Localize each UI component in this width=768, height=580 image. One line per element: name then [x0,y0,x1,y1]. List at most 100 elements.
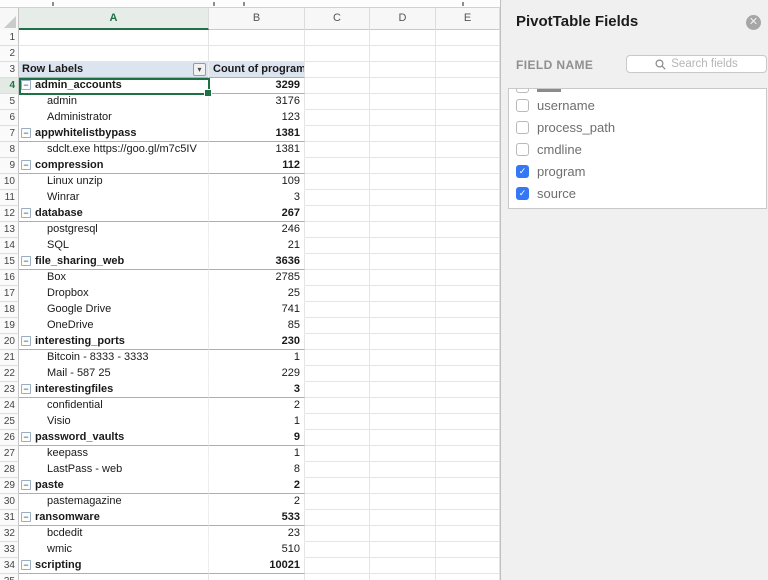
cell[interactable] [370,398,436,414]
row-number[interactable]: 23 [0,382,19,398]
cell[interactable] [436,334,500,350]
cell[interactable] [370,158,436,174]
cell[interactable] [370,542,436,558]
cell[interactable] [436,46,500,62]
cell[interactable] [209,46,305,62]
row-number[interactable]: 33 [0,542,19,558]
cell[interactable] [436,174,500,190]
cell[interactable]: −interestingfiles [19,382,209,398]
cell[interactable] [370,286,436,302]
cell[interactable] [305,30,370,46]
cell[interactable] [305,94,370,110]
field-item-username[interactable]: username [509,95,766,117]
cell[interactable]: 8 [209,462,305,478]
cell[interactable] [436,206,500,222]
collapse-button[interactable]: − [21,336,31,346]
row-number[interactable]: 16 [0,270,19,286]
cell[interactable] [305,558,370,574]
cell[interactable] [19,46,209,62]
unchecked-checkbox[interactable] [516,99,529,112]
cell[interactable] [305,110,370,126]
cell[interactable]: −file_sharing_web [19,254,209,270]
cell[interactable]: 1 [209,350,305,366]
cell[interactable]: 23 [209,526,305,542]
cell[interactable]: bcdedit [19,526,209,542]
cell[interactable]: Mail - 587 25 [19,366,209,382]
cell[interactable]: 246 [209,222,305,238]
row-number[interactable]: 26 [0,430,19,446]
cell[interactable]: 1 [209,446,305,462]
cell[interactable] [436,526,500,542]
cell[interactable]: 2 [209,478,305,494]
row-number[interactable]: 7 [0,126,19,142]
cell[interactable] [436,494,500,510]
cell[interactable] [305,526,370,542]
cell[interactable] [305,206,370,222]
row-number[interactable]: 29 [0,478,19,494]
cell[interactable]: 510 [209,542,305,558]
cell[interactable] [370,206,436,222]
row-number[interactable]: 2 [0,46,19,62]
cell[interactable]: −scripting [19,558,209,574]
cell[interactable]: 109 [209,174,305,190]
cell[interactable] [370,350,436,366]
cell[interactable]: 25 [209,286,305,302]
cell[interactable] [305,334,370,350]
unchecked-checkbox[interactable] [516,143,529,156]
collapse-button[interactable]: − [21,160,31,170]
row-number[interactable]: 24 [0,398,19,414]
row-number[interactable]: 17 [0,286,19,302]
cell[interactable]: −interesting_ports [19,334,209,350]
row-number[interactable]: 31 [0,510,19,526]
cell[interactable] [436,542,500,558]
cell[interactable] [370,382,436,398]
cell[interactable] [436,270,500,286]
row-number[interactable]: 19 [0,318,19,334]
cell[interactable]: pastemagazine [19,494,209,510]
cell[interactable] [305,126,370,142]
cell[interactable] [370,558,436,574]
cell[interactable]: 3176 [209,94,305,110]
checked-checkbox[interactable] [516,187,529,200]
cell[interactable]: SQL [19,238,209,254]
cell[interactable] [436,478,500,494]
cell[interactable] [370,222,436,238]
row-number[interactable]: 11 [0,190,19,206]
cell[interactable] [305,494,370,510]
row-number[interactable]: 12 [0,206,19,222]
cell[interactable]: Bitcoin - 8333 - 3333 [19,350,209,366]
cell[interactable] [305,270,370,286]
collapse-button[interactable]: − [21,80,31,90]
column-header-B[interactable]: B [209,8,305,30]
cell[interactable] [370,478,436,494]
field-item-process_path[interactable]: process_path [509,117,766,139]
cell[interactable]: LastPass - web [19,462,209,478]
cell[interactable]: Dropbox [19,286,209,302]
cell[interactable] [436,94,500,110]
cell[interactable]: 2 [209,398,305,414]
cell[interactable] [370,142,436,158]
unchecked-checkbox[interactable] [516,121,529,134]
cell[interactable]: −admin_accounts [19,78,209,94]
cell[interactable] [370,174,436,190]
cell[interactable]: postgresql [19,222,209,238]
cell[interactable]: 112 [209,158,305,174]
row-number[interactable]: 28 [0,462,19,478]
cell[interactable] [305,366,370,382]
cell[interactable] [370,526,436,542]
row-number[interactable]: 27 [0,446,19,462]
cell[interactable] [305,142,370,158]
cell[interactable]: Administrator [19,110,209,126]
cell[interactable] [305,350,370,366]
cell[interactable]: Winrar [19,190,209,206]
cell[interactable]: 533 [209,510,305,526]
collapse-button[interactable]: − [21,512,31,522]
cell[interactable] [305,158,370,174]
cell[interactable] [370,30,436,46]
cell[interactable]: 3 [209,382,305,398]
cell[interactable]: Count of program [209,62,305,78]
cell[interactable] [436,302,500,318]
cell[interactable] [436,558,500,574]
cell[interactable]: 267 [209,206,305,222]
search-input[interactable]: Search fields [626,55,767,73]
